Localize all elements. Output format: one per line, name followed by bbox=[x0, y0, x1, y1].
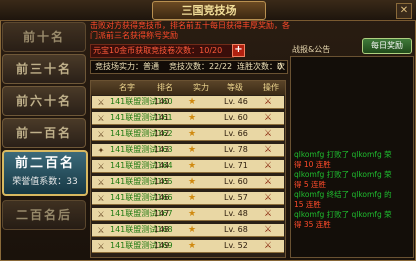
table-row[interactable]: ⚔ 141联盟测试160 140 ★ Lv. 46 ⚔ bbox=[92, 96, 284, 109]
sword-icon: ⚔ bbox=[97, 210, 105, 219]
arena-stats: 竞技场实力：普通 竞技次数：22/22 连胜次数：0 次 bbox=[90, 60, 288, 74]
sword-icon: ⚔ bbox=[97, 242, 105, 251]
star-icon: ★ bbox=[188, 161, 197, 171]
rank-tab-list: 前十名 前三十名 前六十名 前一百名 前二百名 荣誉值系数：33 二百名后 bbox=[2, 22, 88, 258]
battle-report-title: 战报&公告 bbox=[292, 45, 331, 54]
table-row[interactable]: ⚔ 141联盟测试161 141 ★ Lv. 60 ⚔ bbox=[92, 112, 284, 125]
star-icon: ★ bbox=[188, 209, 197, 219]
col-action: 操作 bbox=[263, 83, 279, 92]
ranking-table: 名字 排名 实力 等级 操作 ⚔ 141联盟测试160 140 ★ Lv. 46… bbox=[90, 80, 286, 258]
window-title: 三国竞技场 bbox=[152, 1, 266, 20]
table-row[interactable]: ⚔ 141联盟测试162 142 ★ Lv. 66 ⚔ bbox=[92, 128, 284, 141]
player-rank: 140 bbox=[154, 97, 170, 106]
sword-icon: ⚔ bbox=[97, 226, 105, 235]
tab-top-30[interactable]: 前三十名 bbox=[2, 54, 86, 84]
sword-icon: ⚔ bbox=[97, 162, 105, 171]
challenge-count: 竞技次数：22/22 bbox=[169, 62, 233, 71]
reward-notice: 击败对方获得竞技币，排名前五十每日获得丰厚奖励，各门派前三名获得称号奖励 bbox=[90, 21, 290, 40]
report-line: 得 10 连胜 bbox=[294, 160, 331, 169]
player-rank: 147 bbox=[154, 209, 170, 218]
report-line: qlkomfg 打败了 qlkomfg 荣 bbox=[294, 210, 392, 219]
report-line: 得 5 连胜 bbox=[294, 180, 327, 189]
player-level: Lv. 68 bbox=[224, 225, 248, 234]
col-name: 名字 bbox=[119, 83, 135, 92]
table-row[interactable]: ✦ 141联盟测试163 143 ★ Lv. 78 ⚔ bbox=[92, 144, 284, 157]
player-rank: 144 bbox=[154, 161, 170, 170]
report-line: qlkomfg 打败了 qlkomfg 荣 bbox=[294, 170, 392, 179]
close-icon[interactable]: ✕ bbox=[396, 3, 412, 19]
col-rank: 排名 bbox=[157, 83, 173, 92]
sword-icon: ⚔ bbox=[97, 130, 105, 139]
strength-label: 竞技场实力：普通 bbox=[95, 62, 159, 71]
duel-icon[interactable]: ⚔ bbox=[264, 240, 272, 252]
duel-icon[interactable]: ⚔ bbox=[264, 128, 272, 140]
duel-icon[interactable]: ⚔ bbox=[264, 208, 272, 220]
player-rank: 148 bbox=[154, 225, 170, 234]
battle-report-list: qlkomfg 打败了 qlkomfg 荣 得 10 连胜 qlkomfg 打败… bbox=[294, 150, 410, 255]
honor-coefficient: 荣誉值系数：33 bbox=[12, 177, 78, 187]
report-line: qlkomfg 打败了 qlkomfg 荣 bbox=[294, 150, 392, 159]
sword-icon: ⚔ bbox=[97, 178, 105, 187]
title-bar: 三国竞技场 ✕ bbox=[0, 0, 416, 21]
tab-top-100[interactable]: 前一百名 bbox=[2, 118, 86, 148]
player-level: Lv. 57 bbox=[224, 193, 248, 202]
player-level: Lv. 78 bbox=[224, 145, 248, 154]
col-level: 等级 bbox=[227, 83, 243, 92]
table-header: 名字 排名 实力 等级 操作 bbox=[91, 81, 285, 95]
player-level: Lv. 52 bbox=[224, 241, 248, 250]
duel-icon[interactable]: ⚔ bbox=[264, 192, 272, 204]
player-rank: 143 bbox=[154, 145, 170, 154]
player-level: Lv. 48 bbox=[224, 209, 248, 218]
coupon-remaining: 元宝10金币获取竞技卷次数：10/20 bbox=[90, 44, 234, 58]
tab-top-200-label: 前二百名 bbox=[14, 156, 75, 171]
col-strength: 实力 bbox=[193, 83, 209, 92]
star-icon: ★ bbox=[188, 145, 197, 155]
table-row[interactable]: ⚔ 141联盟测试166 146 ★ Lv. 57 ⚔ bbox=[92, 192, 284, 205]
tab-top-60[interactable]: 前六十名 bbox=[2, 86, 86, 116]
player-level: Lv. 60 bbox=[224, 177, 248, 186]
star-icon: ★ bbox=[188, 177, 197, 187]
table-row[interactable]: ⚔ 141联盟测试167 147 ★ Lv. 48 ⚔ bbox=[92, 208, 284, 221]
player-level: Lv. 46 bbox=[224, 97, 248, 106]
streak-suffix: 次 bbox=[277, 62, 285, 71]
duel-icon[interactable]: ⚔ bbox=[264, 160, 272, 172]
player-level: Lv. 71 bbox=[224, 161, 248, 170]
player-rank: 142 bbox=[154, 129, 170, 138]
duel-icon[interactable]: ⚔ bbox=[264, 96, 272, 108]
duel-icon[interactable]: ⚔ bbox=[264, 224, 272, 236]
table-row[interactable]: ⚔ 141联盟测试165 145 ★ Lv. 60 ⚔ bbox=[92, 176, 284, 189]
star-icon: ★ bbox=[188, 225, 197, 235]
duel-icon[interactable]: ⚔ bbox=[264, 112, 272, 124]
duel-icon[interactable]: ⚔ bbox=[264, 144, 272, 156]
streak-count: 连胜次数：0 bbox=[237, 62, 283, 71]
daily-reward-button[interactable]: 每日奖励 bbox=[362, 38, 412, 54]
tab-after-200[interactable]: 二百名后 bbox=[2, 200, 86, 230]
player-rank: 141 bbox=[154, 113, 170, 122]
star-icon: ★ bbox=[188, 193, 197, 203]
tab-top-10[interactable]: 前十名 bbox=[2, 22, 86, 52]
player-rank: 149 bbox=[154, 241, 170, 250]
sword-icon: ⚔ bbox=[97, 194, 105, 203]
table-row[interactable]: ⚔ 141联盟测试164 144 ★ Lv. 71 ⚔ bbox=[92, 160, 284, 173]
plus-icon[interactable]: + bbox=[232, 44, 245, 57]
star-icon: ★ bbox=[188, 129, 197, 139]
staff-icon: ✦ bbox=[97, 146, 105, 155]
report-line: qlkomfg 终结了 qlkomfg 的 bbox=[294, 190, 392, 199]
report-line: 得 35 连胜 bbox=[294, 220, 331, 229]
duel-icon[interactable]: ⚔ bbox=[264, 176, 272, 188]
table-row[interactable]: ⚔ 141联盟测试169 149 ★ Lv. 52 ⚔ bbox=[92, 240, 284, 253]
player-rank: 145 bbox=[154, 177, 170, 186]
star-icon: ★ bbox=[188, 97, 197, 107]
table-row[interactable]: ⚔ 141联盟测试168 148 ★ Lv. 68 ⚔ bbox=[92, 224, 284, 237]
sword-icon: ⚔ bbox=[97, 114, 105, 123]
report-line: 15 连胜 bbox=[294, 200, 321, 209]
tab-top-200[interactable]: 前二百名 荣誉值系数：33 bbox=[2, 150, 88, 196]
player-level: Lv. 66 bbox=[224, 129, 248, 138]
sword-icon: ⚔ bbox=[97, 98, 105, 107]
player-rank: 146 bbox=[154, 193, 170, 202]
star-icon: ★ bbox=[188, 241, 197, 251]
star-icon: ★ bbox=[188, 113, 197, 123]
player-level: Lv. 60 bbox=[224, 113, 248, 122]
